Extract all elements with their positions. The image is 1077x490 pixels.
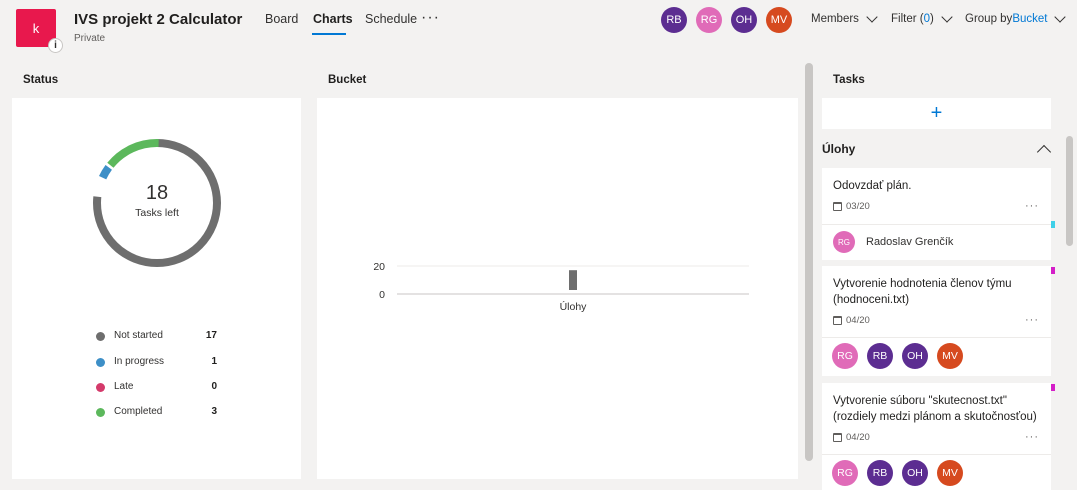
task-card[interactable]: Odovzdať plán. 03/20 ··· RG Radoslav Gre… <box>822 168 1051 260</box>
legend-dot <box>96 358 105 367</box>
card-divider <box>822 454 1051 455</box>
member-initials: OH <box>735 14 753 26</box>
legend-label: Late <box>114 381 134 392</box>
y-tick-label: 20 <box>373 261 385 273</box>
group-by-value: Bucket <box>1012 13 1048 25</box>
calendar-icon <box>833 316 842 325</box>
assignee-avatars: RG RB OH MV <box>832 460 972 486</box>
members-button[interactable]: Members <box>811 11 878 25</box>
plan-privacy-label: Private <box>74 33 106 44</box>
legend-in-progress[interactable]: In progress 1 <box>96 355 226 371</box>
assignee-avatars: RG RB OH MV <box>832 343 972 369</box>
filter-close-paren: ) <box>930 13 934 25</box>
group-by-button[interactable]: Group by Bucket <box>965 11 1067 25</box>
calendar-icon <box>833 433 842 442</box>
task-label-marker <box>1051 267 1055 274</box>
legend-label: Completed <box>114 406 163 417</box>
due-date-text: 03/20 <box>846 201 870 212</box>
legend-dot <box>96 408 105 417</box>
task-due-date: 04/20 <box>833 432 870 443</box>
legend-count: 17 <box>205 330 217 341</box>
charts-scrollbar[interactable] <box>805 63 813 461</box>
plan-logo-letter: k <box>32 20 40 36</box>
group-by-label: Group by <box>965 13 1013 25</box>
chevron-down-icon <box>866 11 878 23</box>
tab-schedule[interactable]: Schedule <box>365 12 417 26</box>
add-task-button[interactable]: + <box>822 98 1051 129</box>
bucket-bar-chart: 20 0 Úlohy <box>373 261 749 313</box>
assignee-name: Radoslav Grenčík <box>866 236 954 248</box>
task-assignee[interactable]: RG Radoslav Grenčík <box>833 231 953 253</box>
filter-button[interactable]: Filter (0) <box>891 11 953 25</box>
assignee-avatar[interactable]: RB <box>867 460 893 486</box>
tasks-left-number: 18 <box>145 182 169 204</box>
x-tick-label: Úlohy <box>560 300 588 313</box>
chart-bar[interactable] <box>569 270 577 290</box>
tab-charts[interactable]: Charts <box>313 12 353 26</box>
calendar-icon <box>833 202 842 211</box>
more-tabs-icon[interactable]: ··· <box>421 9 440 27</box>
more-options-icon[interactable]: ··· <box>1025 314 1039 326</box>
member-avatar-oh[interactable]: OH <box>731 7 757 33</box>
more-options-icon[interactable]: ··· <box>1025 431 1039 443</box>
bucket-panel-title: Bucket <box>317 63 798 98</box>
plan-header: k i IVS projekt 2 Calculator Private Boa… <box>0 0 1077 56</box>
legend-completed[interactable]: Completed 3 <box>96 405 226 421</box>
legend-label: Not started <box>114 330 163 341</box>
member-avatar-rb[interactable]: RB <box>661 7 687 33</box>
legend-count: 1 <box>211 356 217 367</box>
task-title[interactable]: Odovzdať plán. <box>833 178 1038 194</box>
member-initials: RG <box>700 14 718 26</box>
legend-count: 0 <box>211 381 217 392</box>
chevron-down-icon <box>941 11 953 23</box>
due-date-text: 04/20 <box>846 315 870 326</box>
task-label-marker <box>1051 221 1055 228</box>
tab-board[interactable]: Board <box>265 12 298 26</box>
chevron-up-icon[interactable] <box>1036 144 1052 160</box>
plus-icon: + <box>930 102 943 124</box>
more-options-icon[interactable]: ··· <box>1025 200 1039 212</box>
assignee-avatar[interactable]: OH <box>902 343 928 369</box>
assignee-avatar[interactable]: MV <box>937 343 963 369</box>
card-divider <box>822 224 1051 225</box>
task-due-date: 03/20 <box>833 201 870 212</box>
chevron-down-icon <box>1054 11 1067 23</box>
legend-dot <box>96 332 105 341</box>
assignee-avatar[interactable]: RG <box>832 460 858 486</box>
tasks-panel-title: Tasks <box>822 63 1051 98</box>
card-divider <box>822 337 1051 338</box>
tasks-scrollbar[interactable] <box>1066 136 1073 246</box>
plan-info-icon[interactable]: i <box>48 38 63 53</box>
assignee-avatar[interactable]: MV <box>937 460 963 486</box>
member-initials: RB <box>666 14 682 26</box>
task-card[interactable]: Vytvorenie hodnotenia členov týmu (hodno… <box>822 266 1051 376</box>
task-card[interactable]: Vytvorenie súboru "skutecnost.txt" (rozd… <box>822 383 1051 490</box>
members-label: Members <box>811 13 859 25</box>
bucket-name: Úlohy <box>822 142 856 156</box>
assignee-avatar[interactable]: RG <box>832 343 858 369</box>
status-panel-title: Status <box>12 63 301 98</box>
assignee-avatar[interactable]: RB <box>867 343 893 369</box>
legend-count: 3 <box>211 406 217 417</box>
task-label-marker <box>1051 384 1055 391</box>
task-due-date: 04/20 <box>833 315 870 326</box>
plan-title: IVS projekt 2 Calculator <box>74 11 243 28</box>
legend-dot <box>96 383 105 392</box>
legend-not-started[interactable]: Not started 17 <box>96 329 226 345</box>
due-date-text: 04/20 <box>846 432 870 443</box>
task-title[interactable]: Vytvorenie hodnotenia členov týmu (hodno… <box>833 276 1038 308</box>
legend-late[interactable]: Late 0 <box>96 380 226 396</box>
assignee-avatar[interactable]: OH <box>902 460 928 486</box>
assignee-avatar: RG <box>833 231 855 253</box>
task-title[interactable]: Vytvorenie súboru "skutecnost.txt" (rozd… <box>833 393 1038 425</box>
legend-label: In progress <box>114 356 165 367</box>
member-avatar-mv[interactable]: MV <box>766 7 792 33</box>
tasks-left-label: Tasks left <box>135 207 179 219</box>
y-tick-label: 0 <box>379 289 385 301</box>
filter-label: Filter ( <box>891 13 924 25</box>
member-initials: MV <box>770 14 788 26</box>
active-tab-indicator <box>312 33 346 35</box>
member-avatar-rg[interactable]: RG <box>696 7 722 33</box>
